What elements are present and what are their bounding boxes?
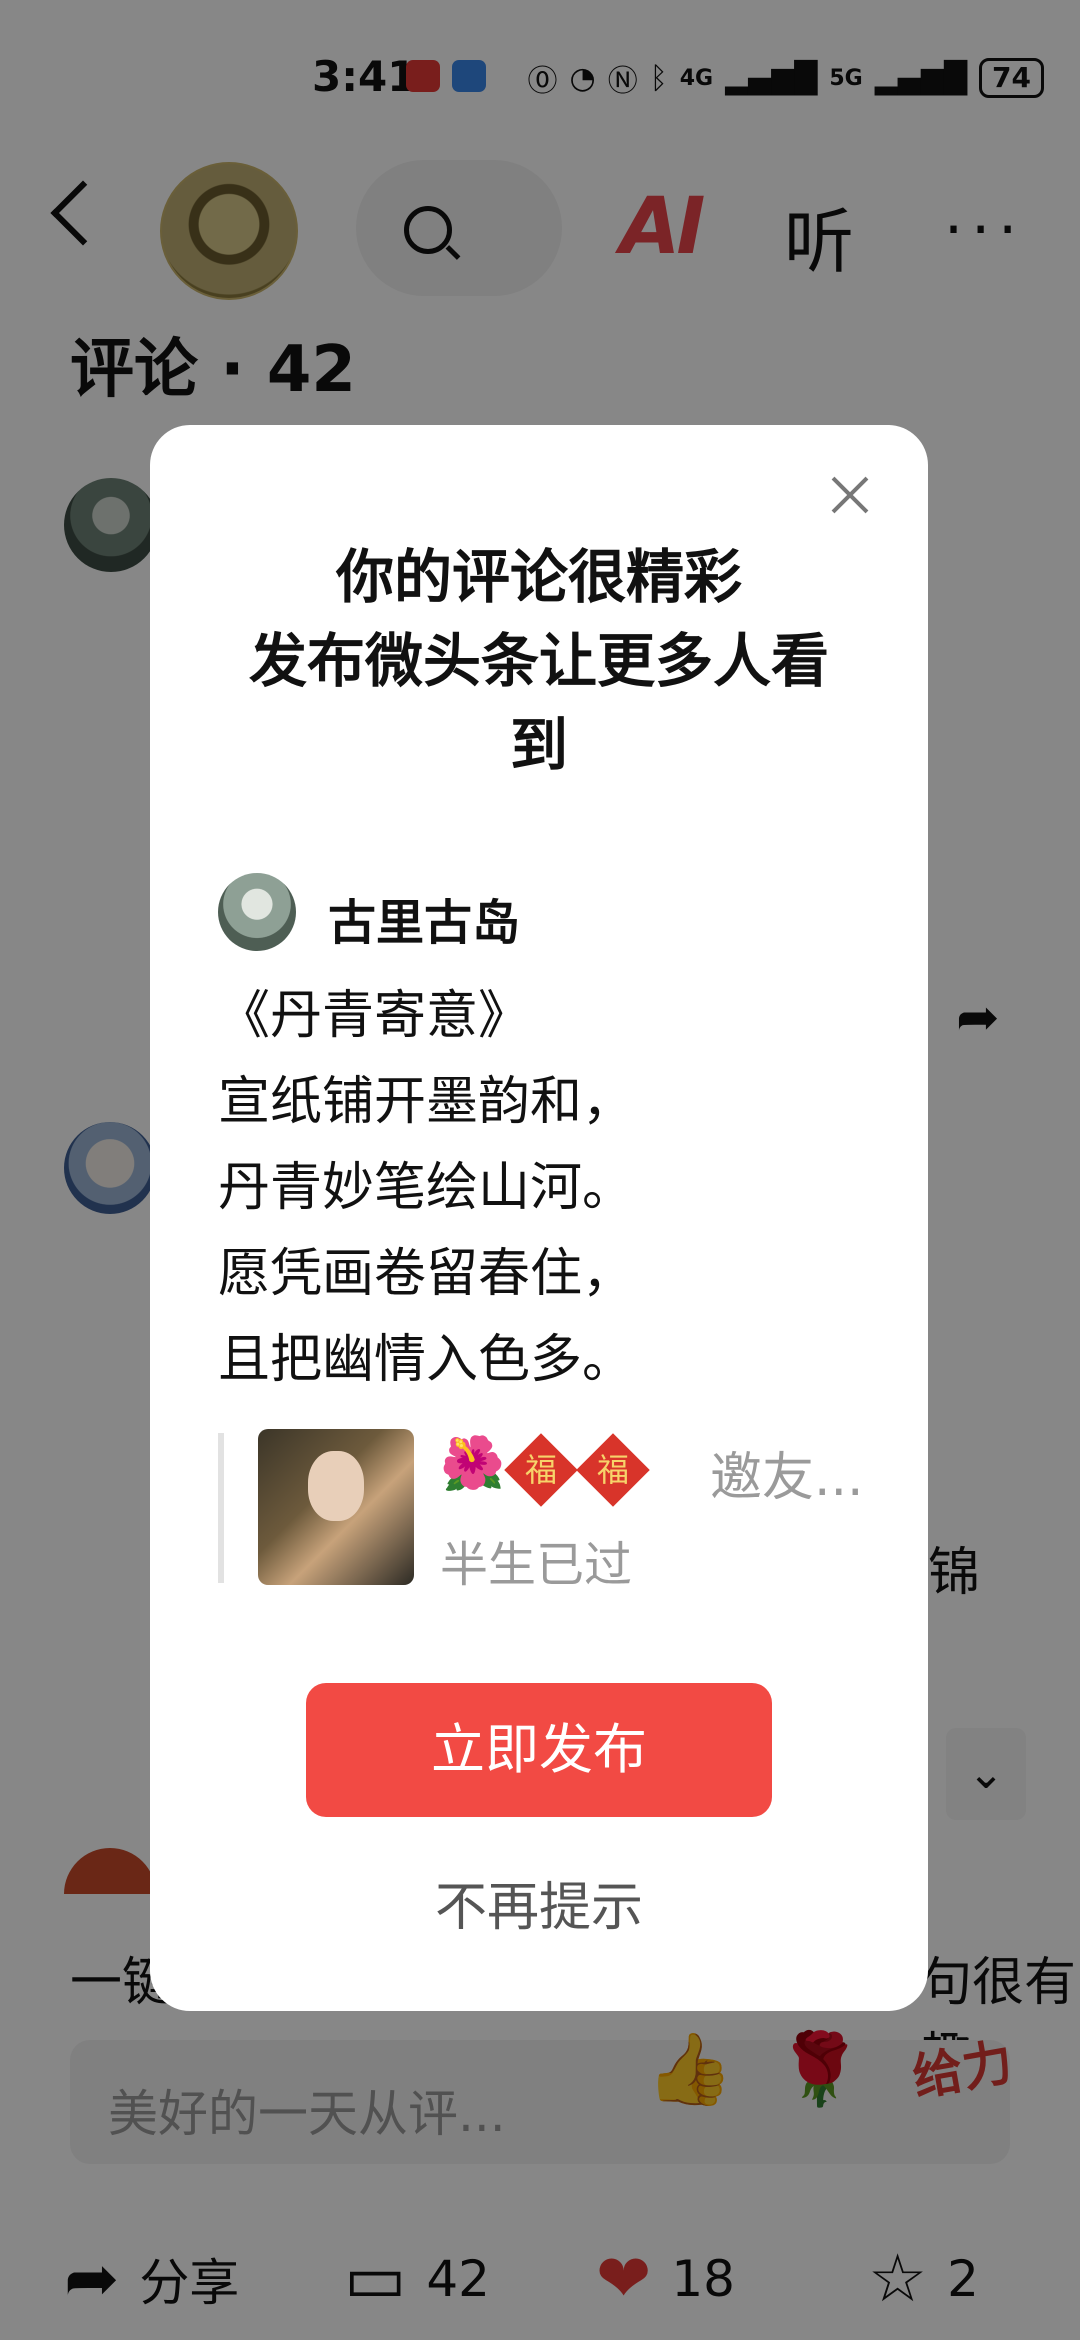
poem-line: 愿凭画卷留春住， — [218, 1244, 635, 1304]
quoted-article-subtitle: 半生已过 — [440, 1537, 633, 1593]
publish-now-button[interactable]: 立即发布 — [306, 1683, 772, 1817]
quoted-article: 🌺 福福 邀友... 半生已过 — [218, 1429, 864, 1593]
dialog-title-line3: 到 — [509, 711, 568, 779]
fu-icon: 福 — [575, 1433, 650, 1507]
poem-text: 《丹青寄意》 宣纸铺开墨韵和， 丹青妙笔绘山河。 愿凭画卷留春住， 且把幽情入色… — [218, 973, 634, 1403]
dialog-title-line1: 你的评论很精彩 — [335, 543, 742, 611]
close-icon[interactable] — [830, 475, 870, 515]
quoted-article-thumbnail — [258, 1429, 414, 1585]
poem-line: 《丹青寄意》 — [218, 986, 531, 1046]
dialog-title: 你的评论很精彩 发布微头条让更多人看 到 — [190, 535, 888, 787]
quoted-article-emojis: 🌺 福福 — [440, 1433, 650, 1507]
quoted-article-title: 邀友... — [710, 1448, 864, 1508]
poem-line: 且把幽情入色多。 — [218, 1330, 635, 1390]
poem-line: 丹青妙笔绘山河。 — [218, 1158, 635, 1218]
flower-emoji-icon: 🌺 — [440, 1434, 505, 1494]
poem-line: 宣纸铺开墨韵和， — [218, 1072, 635, 1132]
publish-dialog: 你的评论很精彩 发布微头条让更多人看 到 古里古岛 《丹青寄意》 宣纸铺开墨韵和… — [150, 425, 928, 2011]
dialog-title-line2: 发布微头条让更多人看 — [248, 627, 829, 695]
fu-icon: 福 — [503, 1433, 578, 1507]
card-author-name: 古里古岛 — [328, 895, 521, 951]
card-author-avatar — [218, 873, 296, 951]
dont-remind-again-button[interactable]: 不再提示 — [150, 1865, 928, 1940]
